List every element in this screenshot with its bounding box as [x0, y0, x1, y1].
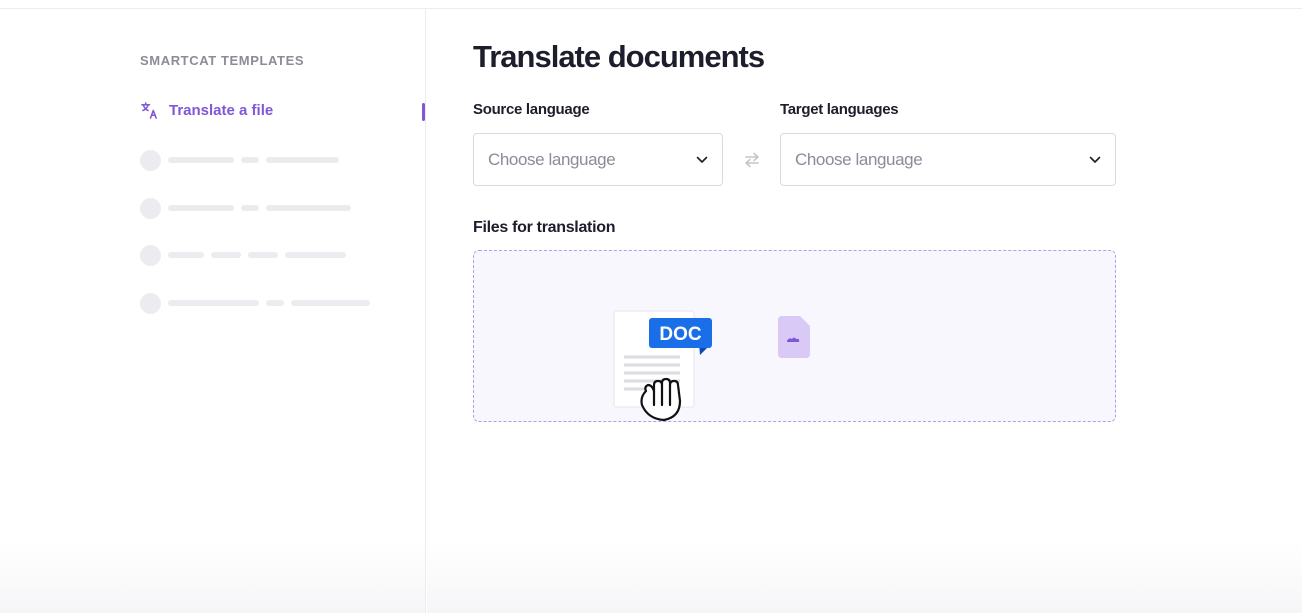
skeleton-item	[140, 244, 353, 266]
swap-icon	[745, 152, 759, 168]
skeleton-item	[140, 197, 358, 219]
sidebar-item-label: Translate a file	[169, 102, 274, 119]
skeleton-item	[140, 149, 346, 171]
doc-badge: DOC	[659, 324, 702, 345]
drag-document-illustration: DOC	[613, 310, 712, 422]
active-indicator	[422, 103, 425, 121]
page-title: Translate documents	[473, 39, 765, 74]
source-language-label: Source language	[473, 101, 590, 118]
target-languages-select[interactable]: Choose language	[780, 133, 1116, 186]
translate-icon	[141, 102, 157, 119]
skeleton-item	[140, 292, 377, 314]
source-language-placeholder: Choose language	[488, 149, 616, 169]
top-bar	[0, 0, 1302, 9]
sidebar-heading: SMARTCAT TEMPLATES	[140, 53, 305, 68]
sidebar-item-translate-a-file[interactable]: Translate a file	[140, 101, 273, 120]
main-content: Translate documents Source language Choo…	[427, 9, 1302, 613]
chevron-down-icon	[1089, 156, 1101, 164]
source-language-select[interactable]: Choose language	[473, 133, 723, 186]
files-for-translation-label: Files for translation	[473, 219, 616, 236]
target-languages-placeholder: Choose language	[795, 149, 923, 169]
swap-languages-button[interactable]	[743, 151, 761, 169]
file-placeholder-icon	[778, 316, 810, 358]
target-languages-label: Target languages	[780, 101, 899, 118]
sidebar: SMARTCAT TEMPLATES Translate a file	[0, 9, 426, 613]
chevron-down-icon	[696, 156, 708, 164]
file-dropzone[interactable]: DOC	[473, 250, 1116, 422]
